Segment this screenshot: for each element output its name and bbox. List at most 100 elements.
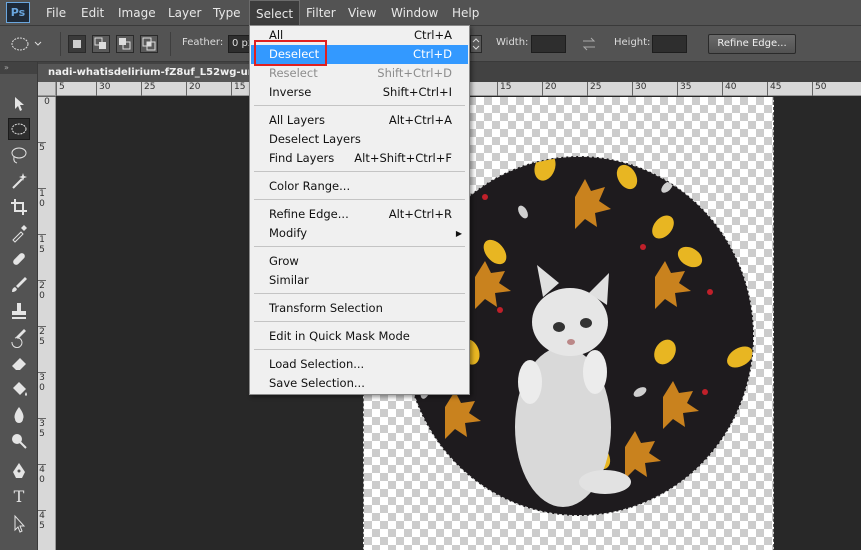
tools-panel-header[interactable]: » [0,62,37,74]
height-input[interactable] [652,35,687,53]
ruler-tick: 2 0 [38,280,46,301]
menu-item-shortcut: Alt+Shift+Ctrl+F [354,151,452,165]
menu-item-label: Save Selection... [269,376,365,390]
menu-item-label: Inverse [269,85,312,99]
menu-separator [254,171,465,172]
subtract-from-selection-icon[interactable] [116,35,134,53]
menu-filter[interactable]: Filter [300,0,342,26]
menu-separator [254,293,465,294]
menu-image[interactable]: Image [112,0,162,26]
history-brush-tool-icon[interactable] [8,326,30,349]
menu-item-deselect-layers[interactable]: Deselect Layers [251,130,468,149]
menu-item-transform-selection[interactable]: Transform Selection [251,299,468,318]
ruler-tick: 45 [767,82,781,96]
menu-item-shortcut: Shift+Ctrl+I [382,85,452,99]
menu-separator [254,199,465,200]
menu-item-all-layers[interactable]: All Layers Alt+Ctrl+A [251,111,468,130]
menu-item-label: Refine Edge... [269,207,349,221]
ruler-tick: 40 [722,82,736,96]
menu-item-quick-mask[interactable]: Edit in Quick Mask Mode [251,327,468,346]
paint-bucket-tool-icon[interactable] [8,378,30,400]
width-input[interactable] [531,35,566,53]
menu-view[interactable]: View [342,0,382,26]
menu-help[interactable]: Help [446,0,485,26]
menu-item-label: Transform Selection [269,301,383,315]
lasso-tool-icon[interactable] [8,144,30,166]
blur-tool-icon[interactable] [8,404,30,426]
add-to-selection-icon[interactable] [92,35,110,53]
menu-item-refine-edge[interactable]: Refine Edge... Alt+Ctrl+R [251,205,468,224]
ruler-tick: 1 0 [38,188,46,209]
menu-item-label: Find Layers [269,151,335,165]
type-tool-icon[interactable]: T [8,486,30,508]
ruler-tick: 20 [542,82,556,96]
annotation-highlight-box [254,40,327,66]
ruler-origin[interactable] [38,82,56,96]
dodge-tool-icon[interactable] [8,430,30,452]
menu-item-shortcut: Alt+Ctrl+A [388,113,452,127]
menu-bar: Ps File Edit Image Layer Type Select Fil… [0,0,861,26]
intersect-selection-icon[interactable] [140,35,158,53]
menu-separator [254,246,465,247]
elliptical-marquee-preset-icon[interactable] [8,35,42,53]
ruler-tick: 30 [96,82,110,96]
eyedropper-tool-icon[interactable] [8,222,30,244]
menu-layer[interactable]: Layer [162,0,207,26]
ruler-tick: 2 5 [38,326,46,347]
ruler-tick: 30 [632,82,646,96]
ruler-tick: 15 [231,82,245,96]
menu-item-grow[interactable]: Grow [251,252,468,271]
feather-input[interactable]: 0 px [228,35,250,53]
separator [60,32,61,56]
menu-item-find-layers[interactable]: Find Layers Alt+Shift+Ctrl+F [251,149,468,168]
ruler-tick: 25 [141,82,155,96]
menu-item-load-selection[interactable]: Load Selection... [251,355,468,374]
style-dropdown-icon[interactable] [470,35,482,53]
menu-item-label: Edit in Quick Mask Mode [269,329,410,343]
ruler-tick: 35 [677,82,691,96]
tools-panel: » T [0,62,38,550]
menu-type[interactable]: Type [207,0,247,26]
menu-item-shortcut: Alt+Ctrl+R [388,207,452,221]
menu-item-shortcut: Ctrl+D [413,47,452,61]
menu-file[interactable]: File [40,0,72,26]
path-selection-tool-icon[interactable] [8,512,30,534]
menu-item-label: Deselect Layers [269,132,361,146]
menu-item-shortcut: Shift+Ctrl+D [377,66,452,80]
vertical-ruler: 0 5 1 0 1 5 2 0 2 5 3 0 3 5 4 0 4 5 [38,96,56,550]
menu-item-label: Similar [269,273,309,287]
clone-stamp-tool-icon[interactable] [8,300,30,322]
menu-select[interactable]: Select [249,0,301,26]
menu-item-label: Color Range... [269,179,351,193]
menu-edit[interactable]: Edit [75,0,110,26]
feather-label: Feather: [182,37,224,48]
new-selection-icon[interactable] [68,35,86,53]
menu-item-similar[interactable]: Similar [251,271,468,290]
menu-separator [254,321,465,322]
menu-item-reselect[interactable]: Reselect Shift+Ctrl+D [251,64,468,83]
pen-tool-icon[interactable] [8,460,30,482]
menu-item-color-range[interactable]: Color Range... [251,177,468,196]
menu-item-inverse[interactable]: Inverse Shift+Ctrl+I [251,83,468,102]
menu-window[interactable]: Window [385,0,444,26]
menu-item-modify[interactable]: Modify ▶ [251,224,468,243]
magic-wand-tool-icon[interactable] [8,170,30,192]
healing-brush-tool-icon[interactable] [8,248,30,270]
brush-tool-icon[interactable] [8,274,30,296]
refine-edge-button[interactable]: Refine Edge... [708,34,796,54]
height-label: Height: [614,37,651,48]
ruler-tick: 3 5 [38,418,46,439]
menu-separator [254,105,465,106]
swap-width-height-icon[interactable] [580,35,598,53]
menu-item-shortcut: Ctrl+A [414,28,452,42]
ruler-tick: 4 5 [38,510,46,531]
menu-item-save-selection[interactable]: Save Selection... [251,374,468,393]
ruler-tick: 25 [587,82,601,96]
ruler-tick: 20 [186,82,200,96]
ruler-tick: 4 0 [38,464,46,485]
move-tool-icon[interactable] [8,92,30,114]
eraser-tool-icon[interactable] [8,352,30,374]
crop-tool-icon[interactable] [8,196,30,218]
elliptical-marquee-tool-icon[interactable] [8,118,30,140]
document-tab[interactable]: nadi-whatisdelirium-fZ8uf_L52wg-unsplash [38,64,253,82]
